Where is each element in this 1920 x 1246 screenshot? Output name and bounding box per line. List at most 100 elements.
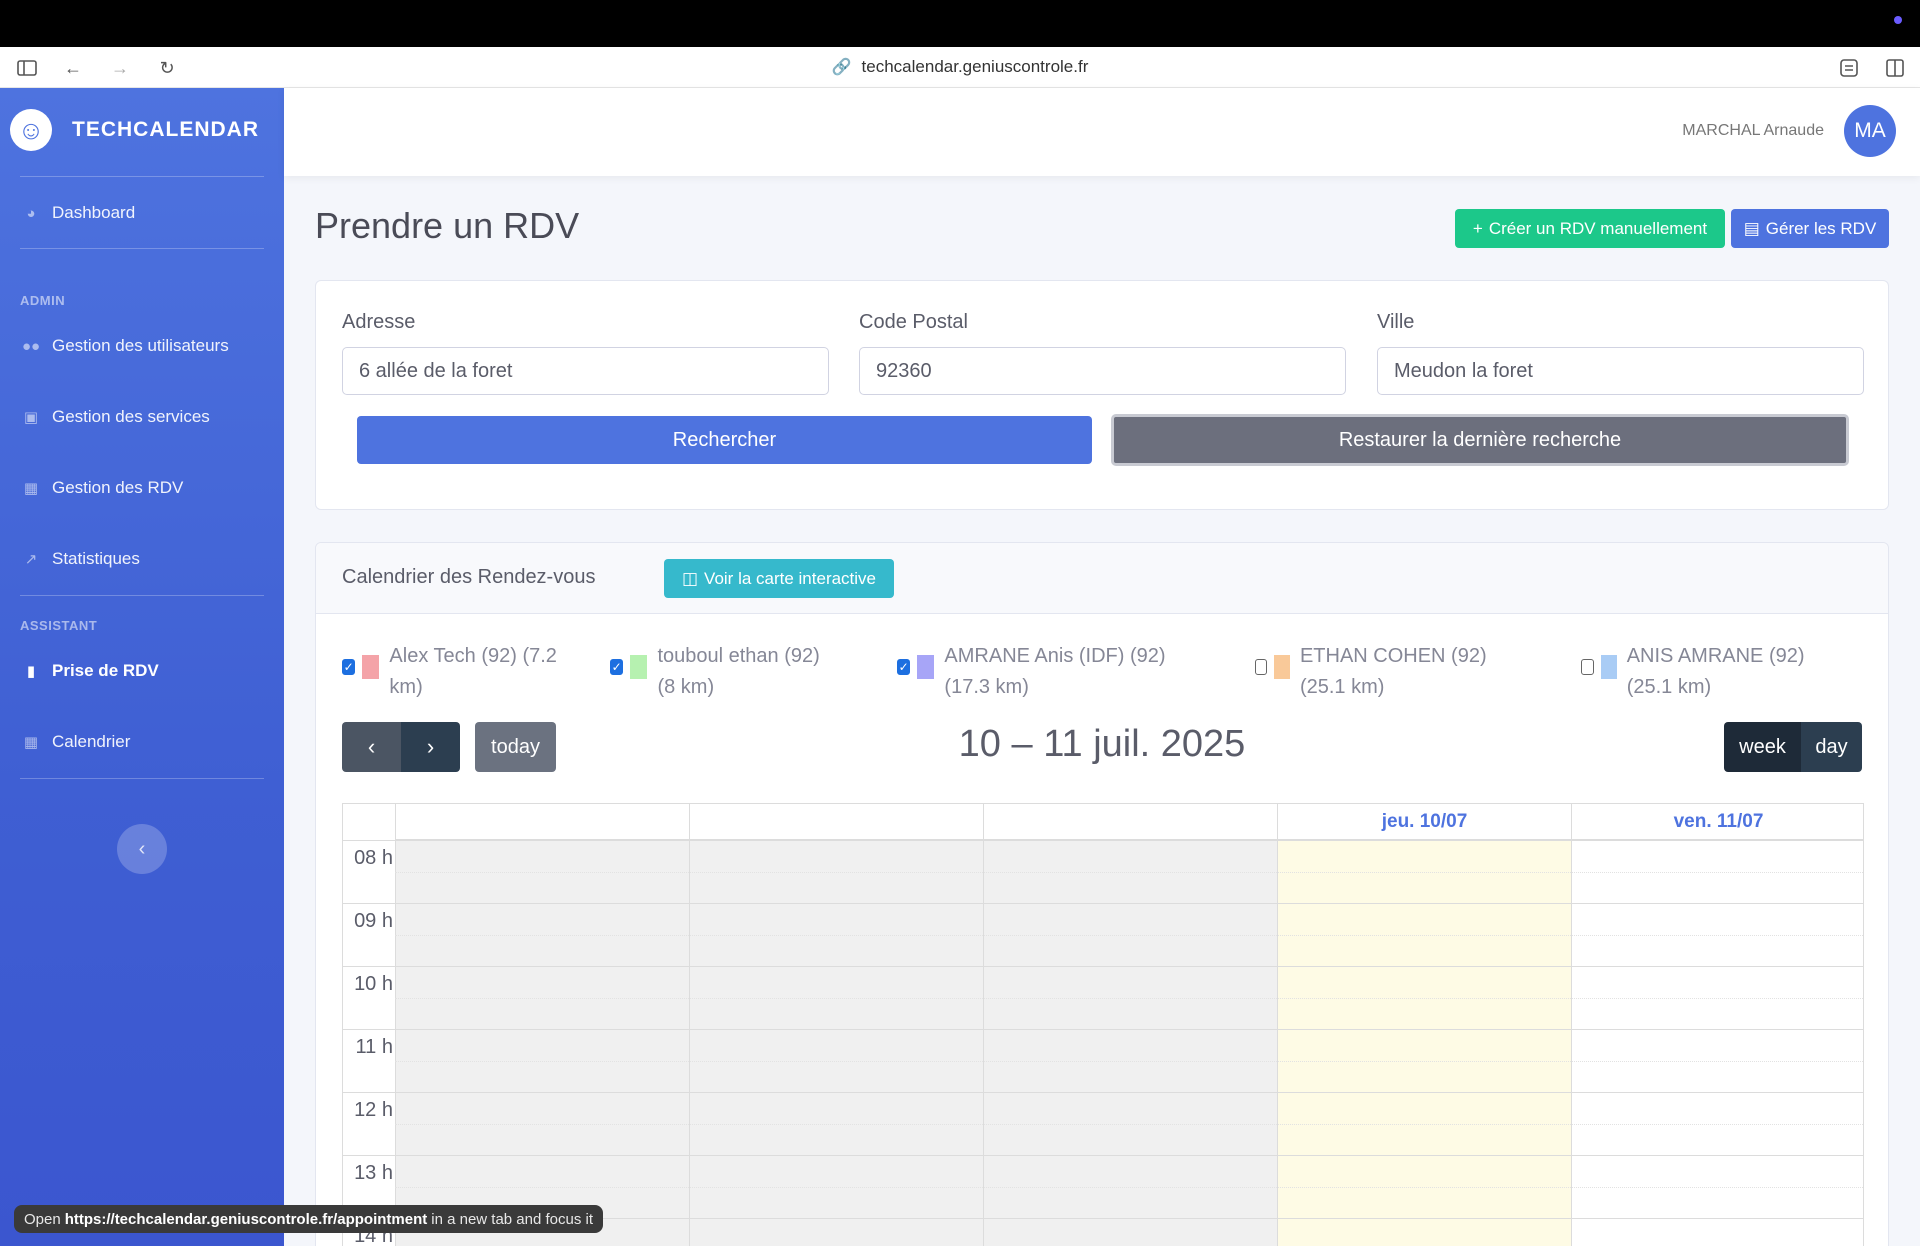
sidebar-collapse-button[interactable]: ‹ <box>117 824 167 874</box>
hour-row: 08 h <box>343 840 1863 903</box>
sidebar-item-label: Calendrier <box>52 732 131 751</box>
technician-filter[interactable]: ✓ touboul ethan (92) (8 km) <box>610 641 840 703</box>
link-icon: 🔗 <box>831 59 852 76</box>
avatar[interactable]: MA <box>1844 105 1896 157</box>
topbar: MARCHAL Arnaude MA <box>284 88 1920 176</box>
technician-checkbox[interactable]: ✓ <box>610 659 624 675</box>
day-column-header <box>396 804 689 840</box>
city-input[interactable]: Meudon la foret <box>1377 347 1864 395</box>
sidebar: ☺ TECHCALENDAR ◕ Dashboard ADMIN ●● Gest… <box>0 88 284 1246</box>
technician-label: ANIS AMRANE (92) (25.1 km) <box>1626 645 1805 698</box>
browser-toolbar: ← → ↻ 🔗 techcalendar.geniuscontrole.fr <box>0 47 1920 88</box>
users-icon: ●● <box>22 337 41 355</box>
technician-color-swatch <box>1274 655 1290 679</box>
briefcase-icon: ▣ <box>23 409 39 426</box>
map-icon: ◫ <box>681 568 699 588</box>
sidebar-item-rdv-management[interactable]: ▦ Gestion des RDV <box>22 473 183 503</box>
os-top-bar <box>0 0 1920 47</box>
sidebar-item-label: Dashboard <box>52 203 136 222</box>
hour-label: 12 h <box>354 1099 393 1121</box>
hour-row: 09 h <box>343 903 1863 966</box>
hour-label: 11 h <box>355 1036 393 1058</box>
plus-icon: + <box>1472 218 1483 238</box>
technician-filter[interactable]: ✓ AMRANE Anis (IDF) (92) (17.3 km) <box>897 641 1197 703</box>
technician-color-swatch <box>362 655 380 679</box>
address-input[interactable]: 6 allée de la foret <box>342 347 829 395</box>
sidebar-item-prise-de-rdv[interactable]: ▮ Prise de RDV <box>22 656 159 686</box>
status-dot <box>1894 16 1902 24</box>
bookmark-icon: ▮ <box>26 663 36 680</box>
address-label: Adresse <box>342 311 416 333</box>
day-column-header: ven. 11/07 <box>1572 804 1863 840</box>
chevron-left-icon: ‹ <box>138 837 146 860</box>
address-bar[interactable]: 🔗 techcalendar.geniuscontrole.fr <box>0 57 1920 77</box>
hour-label: 10 h <box>354 973 393 995</box>
list-icon: ▤ <box>1743 218 1760 238</box>
brand[interactable]: ☺ TECHCALENDAR <box>10 108 259 152</box>
user-name[interactable]: MARCHAL Arnaude <box>1682 122 1824 140</box>
calendar-card-header: Calendrier des Rendez-vous ◫ Voir la car… <box>316 543 1888 614</box>
restore-search-button[interactable]: Restaurer la dernière recherche <box>1111 414 1849 466</box>
sidebar-divider <box>20 248 264 249</box>
view-switcher: week day <box>1724 722 1862 772</box>
technician-label: Alex Tech (92) (7.2 km) <box>389 645 557 698</box>
day-column-header <box>690 804 983 840</box>
sidebar-item-label: Gestion des RDV <box>52 478 184 497</box>
brand-logo-icon: ☺ <box>10 109 52 151</box>
sidebar-item-users[interactable]: ●● Gestion des utilisateurs <box>22 331 229 361</box>
hour-label: 09 h <box>354 910 393 932</box>
manage-rdv-button[interactable]: ▤ Gérer les RDV <box>1731 209 1889 248</box>
sidebar-item-services[interactable]: ▣ Gestion des services <box>22 402 210 432</box>
sidebar-heading-assistant: ASSISTANT <box>20 618 98 633</box>
postal-code-input[interactable]: 92360 <box>859 347 1346 395</box>
search-card: Adresse 6 allée de la foret Code Postal … <box>315 280 1889 510</box>
technician-filter[interactable]: ANIS AMRANE (92) (25.1 km) <box>1581 641 1831 703</box>
sidebar-item-calendar[interactable]: ▦ Calendrier <box>22 727 131 757</box>
link-status-tooltip: Open https://techcalendar.geniuscontrole… <box>14 1205 604 1233</box>
hour-row: 10 h <box>343 966 1863 1029</box>
calendar-nav: ‹ › <box>342 722 460 772</box>
technician-label: AMRANE Anis (IDF) (92) (17.3 km) <box>944 645 1166 698</box>
prev-button[interactable]: ‹ <box>342 722 401 772</box>
postal-code-label: Code Postal <box>859 311 968 333</box>
hour-row: 12 h <box>343 1092 1863 1155</box>
chevron-left-icon: ‹ <box>367 734 376 759</box>
create-rdv-button[interactable]: + Créer un RDV manuellement <box>1455 209 1725 248</box>
sidebar-divider <box>20 176 264 177</box>
calendar-icon: ▦ <box>23 734 39 751</box>
technician-checkbox[interactable] <box>1255 659 1268 675</box>
today-button[interactable]: today <box>475 722 556 772</box>
calendar-grid: jeu. 10/07 ven. 11/07 08 h 09 h 10 h 11 … <box>342 803 1864 1246</box>
calendar-card: Calendrier des Rendez-vous ◫ Voir la car… <box>315 542 1889 1246</box>
sidebar-divider <box>20 778 264 779</box>
technician-checkbox[interactable]: ✓ <box>897 659 911 675</box>
page-title: Prendre un RDV <box>315 205 580 246</box>
day-column-header <box>984 804 1277 840</box>
status-link: https://techcalendar.geniuscontrole.fr/a… <box>64 1210 428 1228</box>
next-button[interactable]: › <box>401 722 460 772</box>
hour-label: 08 h <box>354 847 393 869</box>
day-view-button[interactable]: day <box>1801 722 1862 772</box>
extension-icon[interactable] <box>1836 55 1862 81</box>
week-view-button[interactable]: week <box>1724 722 1801 772</box>
calendar-check-icon: ▦ <box>23 480 39 497</box>
interactive-map-button[interactable]: ◫ Voir la carte interactive <box>664 559 894 598</box>
manage-rdv-label: Gérer les RDV <box>1765 218 1877 238</box>
split-view-icon[interactable] <box>1882 55 1908 81</box>
create-rdv-label: Créer un RDV manuellement <box>1488 218 1708 238</box>
technician-filter[interactable]: ✓ Alex Tech (92) (7.2 km) <box>342 641 557 703</box>
sidebar-item-label: Statistiques <box>52 549 140 568</box>
technician-color-swatch <box>1600 655 1617 679</box>
technician-filter[interactable]: ETHAN COHEN (92) (25.1 km) <box>1255 641 1505 703</box>
status-prefix: Open <box>24 1210 61 1228</box>
sidebar-divider <box>20 595 264 596</box>
sidebar-item-label: Prise de RDV <box>52 661 159 680</box>
technician-label: touboul ethan (92) (8 km) <box>657 645 820 698</box>
sidebar-item-dashboard[interactable]: ◕ Dashboard <box>22 198 135 228</box>
status-suffix: in a new tab and focus it <box>431 1210 594 1228</box>
technician-checkbox[interactable]: ✓ <box>342 659 356 675</box>
technician-color-swatch <box>917 655 935 679</box>
sidebar-item-statistics[interactable]: ↗ Statistiques <box>22 544 140 574</box>
technician-checkbox[interactable] <box>1581 659 1594 675</box>
search-button[interactable]: Rechercher <box>357 416 1092 464</box>
